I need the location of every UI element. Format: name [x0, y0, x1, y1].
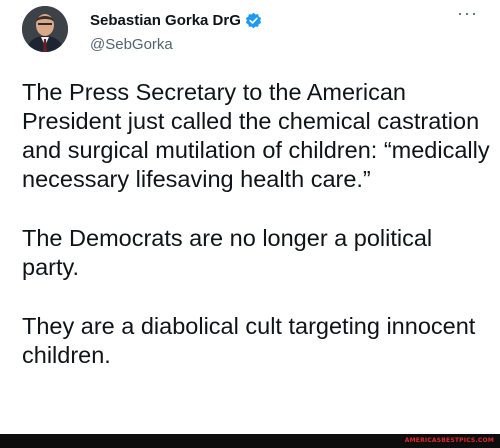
tweet-paragraph: The Democrats are no longer a political …: [22, 225, 433, 280]
avatar[interactable]: [22, 6, 68, 52]
more-options-button[interactable]: ···: [457, 4, 478, 22]
tweet-header: Sebastian Gorka DrG @SebGorka ···: [0, 0, 500, 60]
watermark-bar: AMERICASBESTPICS.COM: [0, 434, 500, 448]
display-name[interactable]: Sebastian Gorka DrG: [90, 12, 241, 29]
watermark-text: AMERICASBESTPICS.COM: [404, 437, 494, 444]
profile-photo-icon: [22, 6, 68, 52]
verified-badge-icon: [245, 12, 262, 29]
tweet-paragraph: They are a diabolical cult targeting inn…: [22, 313, 476, 368]
user-handle[interactable]: @SebGorka: [90, 36, 262, 53]
tweet-text: The Press Secretary to the American Pres…: [22, 78, 492, 370]
tweet-paragraph: The Press Secretary to the American Pres…: [22, 79, 490, 192]
